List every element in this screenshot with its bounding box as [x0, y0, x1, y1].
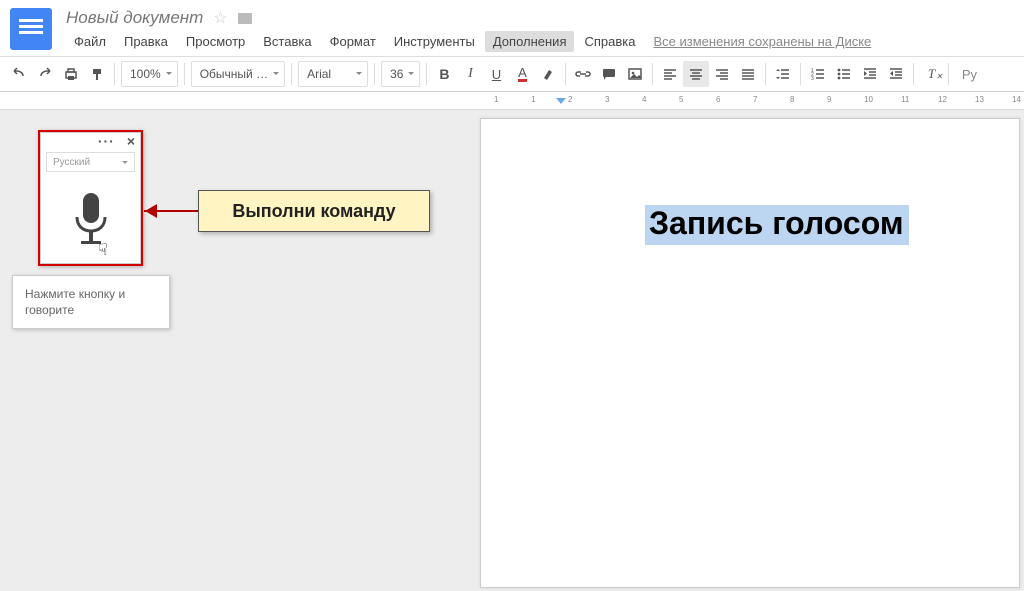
zoom-dropdown[interactable]: 100%	[121, 61, 178, 87]
numbered-list-button[interactable]: 123	[805, 61, 831, 87]
ruler-tick: 10	[864, 95, 873, 104]
redo-button[interactable]	[32, 61, 58, 87]
main-menu: Файл Правка Просмотр Вставка Формат Инст…	[66, 31, 871, 52]
align-center-button[interactable]	[683, 61, 709, 87]
workspace: ··· × Русский ☟ Нажмите кнопку и говорит…	[0, 110, 1024, 591]
ruler-tick: 12	[938, 95, 947, 104]
align-justify-button[interactable]	[735, 61, 761, 87]
ruler-tick: 3	[605, 95, 609, 104]
menu-format[interactable]: Формат	[322, 31, 384, 52]
menu-tools[interactable]: Инструменты	[386, 31, 483, 52]
editor-left-margin: ··· × Русский ☟ Нажмите кнопку и говорит…	[0, 110, 480, 591]
voice-language-dropdown[interactable]: Русский	[46, 152, 135, 172]
cursor-hand-icon: ☟	[98, 240, 108, 260]
input-tools-button[interactable]: Ру	[953, 61, 985, 87]
menu-file[interactable]: Файл	[66, 31, 114, 52]
bold-button[interactable]: B	[431, 61, 457, 87]
ruler-tick: 5	[679, 95, 683, 104]
microphone-button[interactable]: ☟	[40, 176, 141, 264]
save-status[interactable]: Все изменения сохранены на Диске	[653, 31, 871, 52]
bulleted-list-button[interactable]	[831, 61, 857, 87]
insert-link-button[interactable]	[570, 61, 596, 87]
align-left-button[interactable]	[657, 61, 683, 87]
insert-comment-button[interactable]	[596, 61, 622, 87]
insert-image-button[interactable]	[622, 61, 648, 87]
font-family-dropdown[interactable]: Arial	[298, 61, 368, 87]
app-header: Новый документ ☆ Файл Правка Просмотр Вс…	[0, 0, 1024, 57]
ruler[interactable]: 11234567891011121314	[0, 92, 1024, 110]
paragraph-style-dropdown[interactable]: Обычный …	[191, 61, 285, 87]
clear-formatting-button[interactable]: T✕	[918, 61, 944, 87]
ruler-tick: 2	[568, 95, 572, 104]
annotation-arrowhead-icon	[138, 204, 157, 218]
undo-button[interactable]	[6, 61, 32, 87]
menu-view[interactable]: Просмотр	[178, 31, 253, 52]
print-button[interactable]	[58, 61, 84, 87]
italic-button[interactable]: I	[457, 61, 483, 87]
close-icon[interactable]: ×	[127, 133, 135, 149]
line-spacing-button[interactable]	[770, 61, 796, 87]
ruler-tick: 11	[901, 95, 909, 104]
ruler-tick: 7	[753, 95, 757, 104]
decrease-indent-button[interactable]	[857, 61, 883, 87]
document-body-text[interactable]: Запись голосом	[645, 205, 909, 245]
menu-insert[interactable]: Вставка	[255, 31, 319, 52]
ruler-tick: 4	[642, 95, 646, 104]
svg-text:3: 3	[811, 76, 814, 82]
ruler-tick: 8	[790, 95, 794, 104]
ruler-tick: 13	[975, 95, 984, 104]
ruler-tick: 1	[531, 95, 535, 104]
voice-typing-widget[interactable]: ··· × Русский ☟	[38, 130, 143, 266]
underline-button[interactable]: U	[483, 61, 509, 87]
svg-text:1: 1	[811, 68, 814, 74]
text-color-button[interactable]: A	[509, 61, 535, 87]
toolbar: 100% Обычный … Arial 36 B I U A 123 T✕ Р…	[0, 57, 1024, 92]
docs-logo-icon	[10, 8, 52, 50]
highlight-color-button[interactable]	[535, 61, 561, 87]
annotation-callout: Выполни команду	[198, 190, 430, 232]
document-title[interactable]: Новый документ	[66, 8, 203, 28]
ruler-tick: 1	[494, 95, 498, 104]
voice-more-icon[interactable]: ···	[98, 133, 115, 149]
font-size-dropdown[interactable]: 36	[381, 61, 420, 87]
document-page[interactable]: Запись голосом	[480, 118, 1020, 588]
ruler-tick: 6	[716, 95, 720, 104]
align-right-button[interactable]	[709, 61, 735, 87]
ruler-tick: 14	[1012, 95, 1021, 104]
ruler-tick: 9	[827, 95, 831, 104]
menu-edit[interactable]: Правка	[116, 31, 176, 52]
star-icon[interactable]: ☆	[213, 8, 227, 28]
menu-addons[interactable]: Дополнения	[485, 31, 575, 52]
indent-marker-icon[interactable]	[556, 98, 566, 108]
voice-tooltip: Нажмите кнопку и говорите	[12, 275, 170, 329]
increase-indent-button[interactable]	[883, 61, 909, 87]
folder-icon[interactable]	[238, 13, 252, 24]
svg-text:2: 2	[811, 72, 814, 78]
menu-help[interactable]: Справка	[576, 31, 643, 52]
paint-format-button[interactable]	[84, 61, 110, 87]
